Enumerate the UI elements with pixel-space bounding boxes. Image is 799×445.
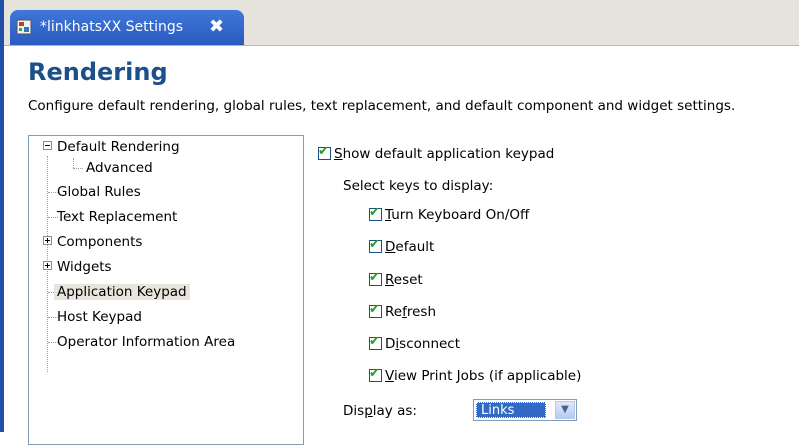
key-view-print-jobs-checkbox[interactable]: ✔ View Print Jobs (if applicable) (369, 366, 581, 384)
key-refresh-checkbox[interactable]: ✔ Refresh (369, 302, 436, 320)
collapse-icon[interactable] (43, 141, 52, 150)
tab-linkhats-settings[interactable]: *linkhatsXX Settings ✖ (10, 10, 244, 45)
tree-connector (73, 168, 83, 170)
key-turn-keyboard-checkbox[interactable]: ✔ Turn Keyboard On/Off (369, 205, 529, 223)
tree-item-label: Advanced (86, 160, 153, 176)
tree-guide-line-child (73, 158, 75, 168)
tree-item-label-selected: Application Keypad (54, 284, 190, 300)
tree-item-label: Default Rendering (57, 139, 180, 155)
show-keypad-checkbox[interactable]: ✔ Show default application keypad (318, 144, 554, 162)
settings-file-icon (16, 19, 32, 35)
tree-item-label: Text Replacement (57, 209, 178, 225)
select-keys-label: Select keys to display: (343, 178, 494, 194)
tree-item-text-replacement[interactable]: Text Replacement (57, 205, 177, 229)
checkbox-checked-icon[interactable]: ✔ (369, 302, 382, 318)
checkbox-checked-icon[interactable]: ✔ (369, 366, 382, 382)
tree-item-label: Global Rules (57, 184, 141, 200)
display-as-dropdown[interactable]: Links ▼ (473, 399, 577, 421)
page-description: Configure default rendering, global rule… (28, 98, 736, 114)
tree-item-label: Widgets (57, 259, 112, 275)
checkbox-checked-icon[interactable]: ✔ (369, 334, 382, 350)
key-default-checkbox[interactable]: ✔ Default (369, 237, 434, 255)
tree-item-operator-information-area[interactable]: Operator Information Area (57, 330, 235, 354)
settings-tree[interactable]: Default Rendering Advanced Global Rules … (28, 135, 304, 445)
expand-icon[interactable] (43, 236, 52, 245)
page-title: Rendering (28, 58, 168, 86)
expand-icon[interactable] (43, 261, 52, 270)
tree-item-label: Components (57, 234, 143, 250)
tab-title: *linkhatsXX Settings (40, 19, 184, 35)
checkbox-checked-icon[interactable]: ✔ (369, 205, 382, 221)
display-as-selected-value: Links (476, 402, 546, 418)
tree-item-label: Operator Information Area (57, 334, 236, 350)
tree-item-host-keypad[interactable]: Host Keypad (57, 305, 142, 329)
tree-item-components[interactable]: Components (43, 230, 142, 254)
tree-item-label: Host Keypad (57, 309, 142, 325)
tree-item-advanced[interactable]: Advanced (86, 156, 153, 180)
close-icon[interactable]: ✖ (209, 16, 224, 37)
display-as-label: Display as: (343, 403, 417, 419)
key-disconnect-checkbox[interactable]: ✔ Disconnect (369, 334, 460, 352)
settings-editor: Rendering Configure default rendering, g… (4, 46, 799, 445)
checkbox-checked-icon[interactable]: ✔ (318, 144, 331, 160)
tree-item-global-rules[interactable]: Global Rules (57, 180, 141, 204)
editor-tab-strip: *linkhatsXX Settings ✖ (4, 0, 799, 46)
tree-item-widgets[interactable]: Widgets (43, 255, 112, 279)
chevron-down-icon[interactable]: ▼ (555, 401, 575, 419)
checkbox-checked-icon[interactable]: ✔ (369, 270, 382, 286)
checkbox-checked-icon[interactable]: ✔ (369, 237, 382, 253)
tree-item-application-keypad[interactable]: Application Keypad (54, 280, 190, 304)
key-reset-checkbox[interactable]: ✔ Reset (369, 270, 423, 288)
